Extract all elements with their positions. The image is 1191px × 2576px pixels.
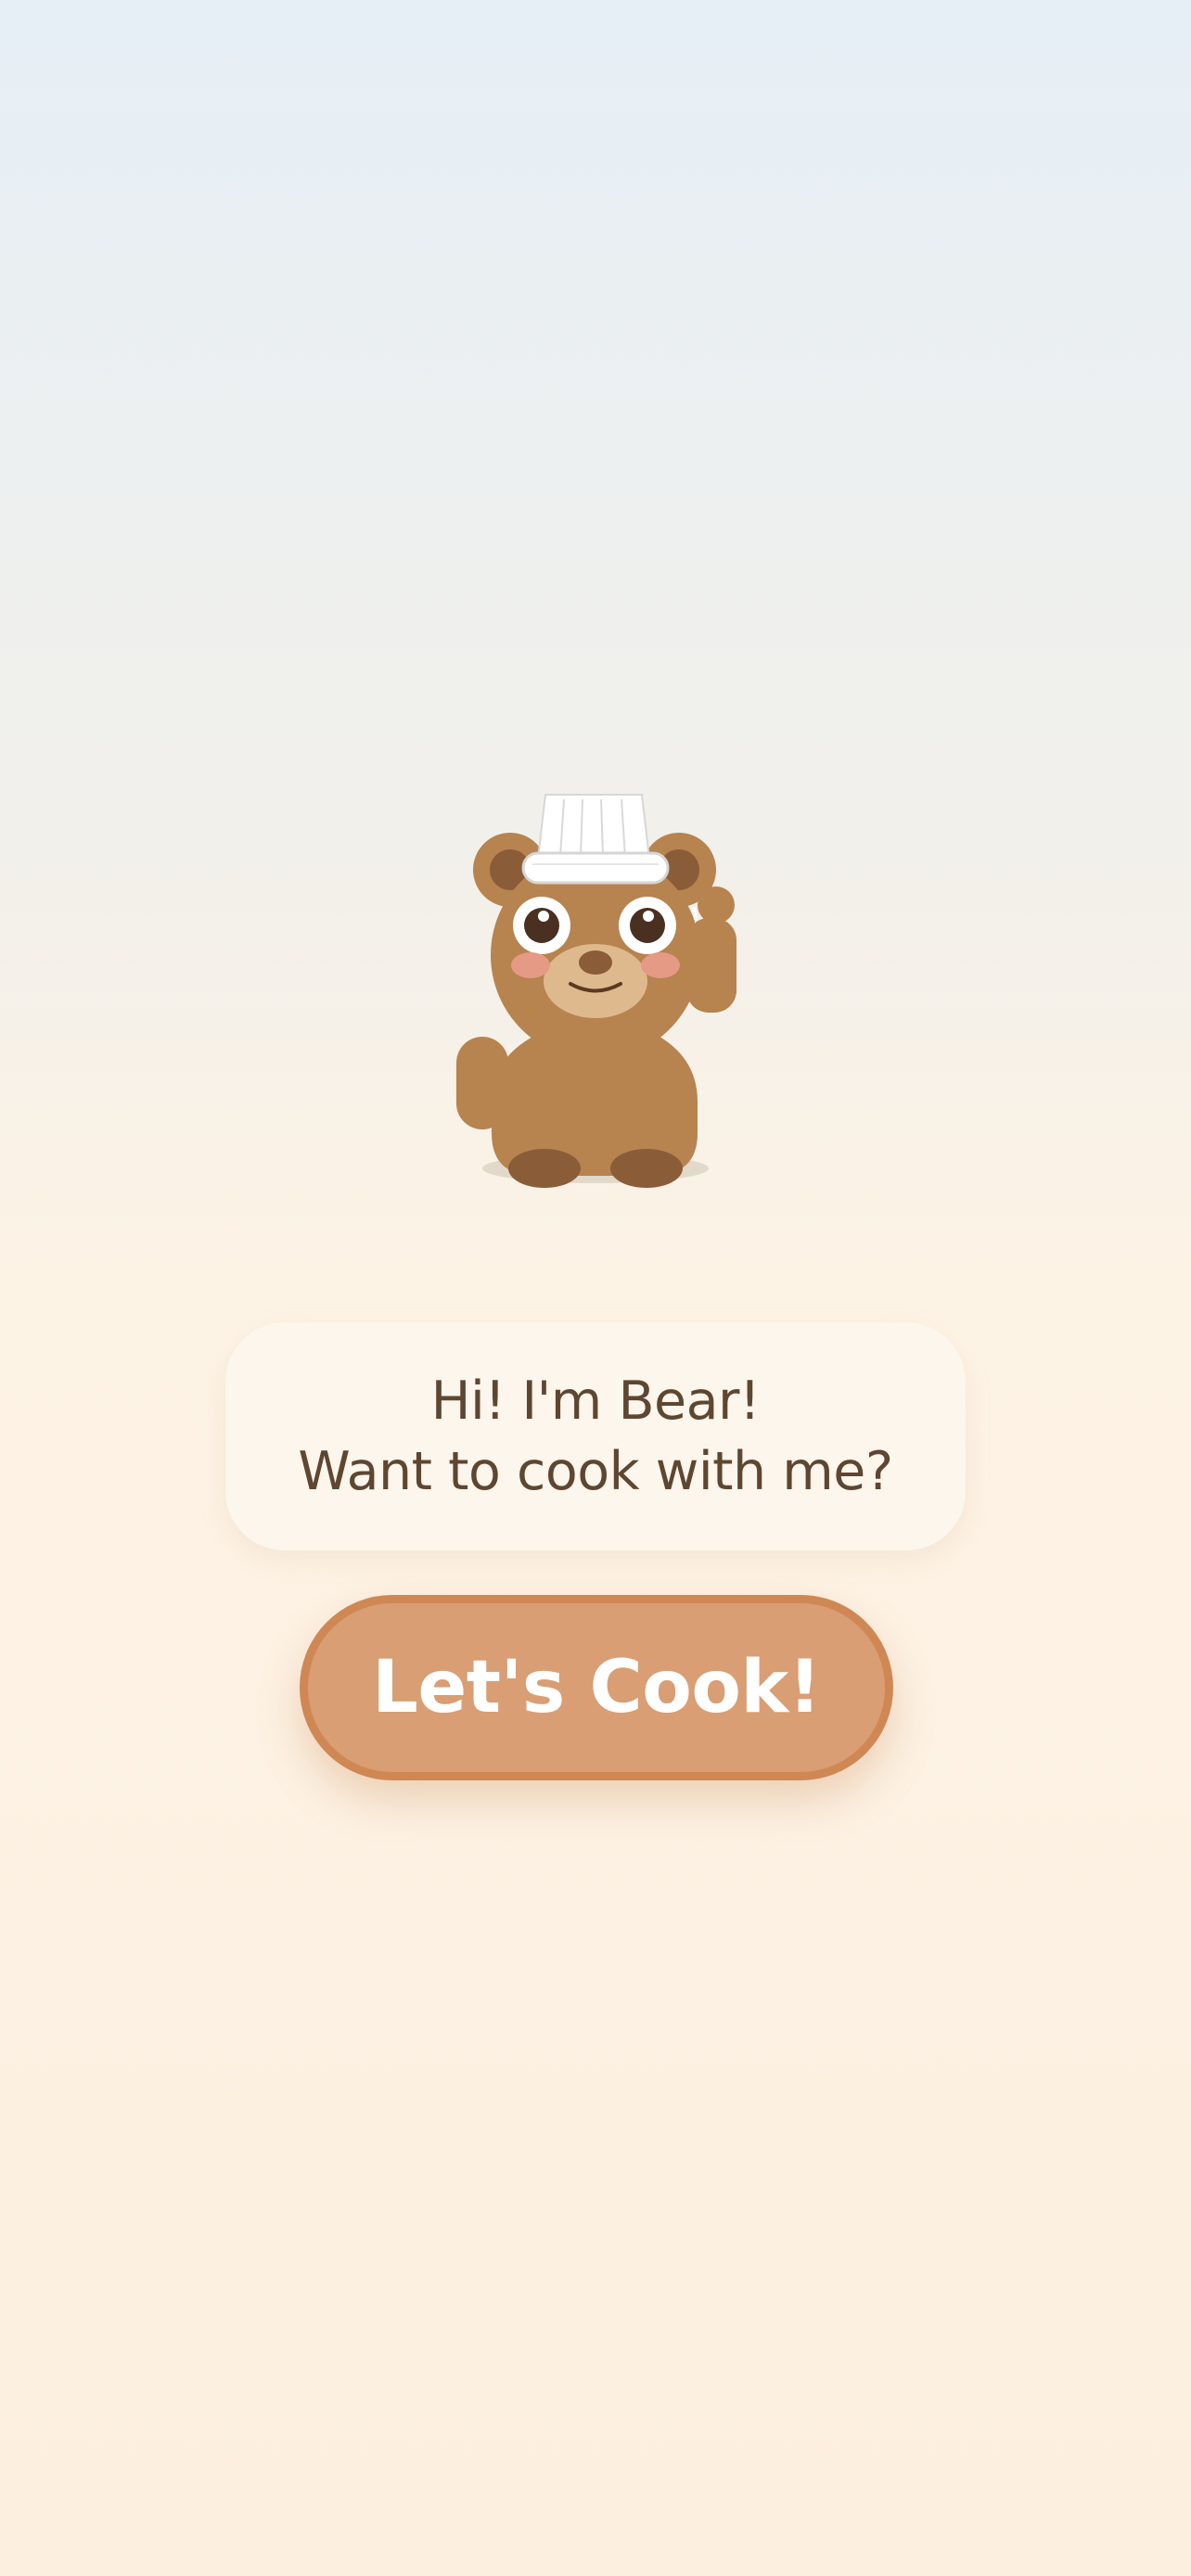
bear-left-cheek (511, 952, 550, 978)
speech-bubble: Hi! I'm Bear! Want to cook with me? (225, 1322, 966, 1550)
bear-right-foot (610, 1149, 683, 1188)
welcome-screen: Hi! I'm Bear! Want to cook with me? Let'… (0, 0, 1191, 2576)
bear-nose (579, 950, 612, 975)
bear-right-paw (698, 886, 735, 924)
chef-hat-band (521, 851, 670, 885)
lets-cook-button-label: Let's Cook! (372, 1646, 821, 1729)
bear-left-foot (508, 1149, 581, 1188)
lets-cook-button[interactable]: Let's Cook! (300, 1595, 893, 1780)
chef-bear-icon (456, 794, 736, 1188)
bear-right-cheek (641, 952, 680, 978)
chef-bear-illustration (436, 788, 751, 1196)
bear-left-eye-shine (538, 911, 549, 922)
chef-hat-crown (536, 794, 651, 860)
bear-right-eye-shine (643, 911, 654, 922)
greeting-line: Hi! I'm Bear! (430, 1371, 761, 1432)
invitation-line: Want to cook with me? (298, 1441, 893, 1502)
